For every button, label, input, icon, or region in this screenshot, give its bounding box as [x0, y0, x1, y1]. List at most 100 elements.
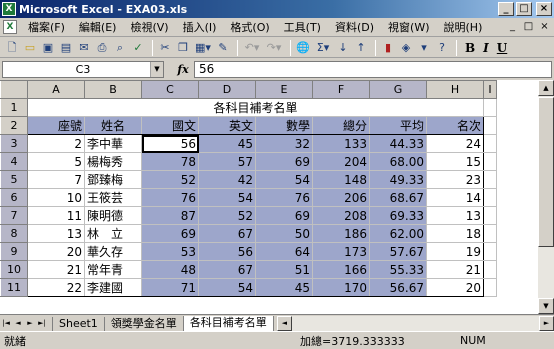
worksheet-table[interactable]: A B C D E F G H I 1 各科目補考名單 2 座號 姓名 國文 英… — [0, 80, 497, 297]
total-cell[interactable]: 204 — [312, 152, 370, 171]
math-cell[interactable]: 69 — [255, 152, 313, 171]
rank-cell[interactable]: 14 — [426, 188, 484, 207]
name-cell[interactable]: 李建國 — [84, 278, 142, 297]
header-cell-math[interactable]: 數學 — [255, 116, 313, 135]
help-icon[interactable]: ? — [434, 40, 450, 56]
header-cell-seat[interactable]: 座號 — [27, 116, 85, 135]
chinese-cell[interactable]: 87 — [141, 206, 199, 225]
horizontal-scrollbar[interactable]: ◄ ► — [276, 315, 554, 331]
format-painter-icon[interactable]: ✎ — [215, 40, 231, 56]
math-cell[interactable]: 54 — [255, 170, 313, 189]
name-cell[interactable]: 林 立 — [84, 224, 142, 243]
tab-makeup-exam-list[interactable]: 各科目補考名單 — [182, 315, 274, 332]
row-header[interactable]: 5 — [0, 170, 28, 189]
autosum-icon[interactable]: Σ▾ — [313, 40, 333, 56]
cell[interactable] — [483, 242, 497, 261]
row-header[interactable]: 4 — [0, 152, 28, 171]
average-cell[interactable]: 68.00 — [369, 152, 427, 171]
column-header-f[interactable]: F — [312, 80, 370, 99]
seat-cell[interactable]: 5 — [27, 152, 85, 171]
cell[interactable] — [483, 260, 497, 279]
english-cell[interactable]: 56 — [198, 242, 256, 261]
total-cell[interactable]: 133 — [312, 134, 370, 153]
total-cell[interactable]: 166 — [312, 260, 370, 279]
seat-cell[interactable]: 13 — [27, 224, 85, 243]
chart-wizard-icon[interactable]: ▮ — [380, 40, 396, 56]
name-cell[interactable]: 華久存 — [84, 242, 142, 261]
seat-cell[interactable]: 7 — [27, 170, 85, 189]
header-cell-english[interactable]: 英文 — [198, 116, 256, 135]
select-all-corner[interactable] — [0, 80, 28, 99]
vertical-scroll-thumb[interactable] — [538, 97, 554, 247]
chinese-cell[interactable]: 52 — [141, 170, 199, 189]
average-cell[interactable]: 62.00 — [369, 224, 427, 243]
save-icon[interactable]: ▣ — [40, 40, 56, 56]
english-cell[interactable]: 54 — [198, 278, 256, 297]
seat-cell[interactable]: 20 — [27, 242, 85, 261]
row-header[interactable]: 8 — [0, 224, 28, 243]
workbook-minimize-button[interactable]: _ — [506, 21, 519, 34]
total-cell[interactable]: 208 — [312, 206, 370, 225]
menu-window[interactable]: 視窗(W) — [381, 19, 436, 35]
hyperlink-icon[interactable]: 🌐 — [295, 40, 311, 56]
total-cell[interactable]: 173 — [312, 242, 370, 261]
chinese-cell[interactable]: 78 — [141, 152, 199, 171]
paste-icon[interactable]: ▦▾ — [193, 40, 213, 56]
print-icon[interactable]: ⎙ — [94, 40, 110, 56]
italic-button[interactable]: I — [483, 41, 489, 55]
cell[interactable] — [483, 116, 497, 135]
header-cell-rank[interactable]: 名次 — [426, 116, 484, 135]
active-cell-chinese[interactable]: 56 — [141, 134, 199, 153]
spelling-icon[interactable]: ✓ — [130, 40, 146, 56]
undo-icon[interactable]: ↶▾ — [242, 40, 262, 56]
name-cell[interactable]: 鄧臻梅 — [84, 170, 142, 189]
average-cell[interactable]: 68.67 — [369, 188, 427, 207]
redo-icon[interactable]: ↷▾ — [264, 40, 284, 56]
math-cell[interactable]: 45 — [255, 278, 313, 297]
scroll-left-icon[interactable]: ◄ — [276, 315, 292, 331]
rank-cell[interactable]: 13 — [426, 206, 484, 225]
close-button[interactable]: × — [536, 2, 552, 16]
name-cell[interactable]: 陳明德 — [84, 206, 142, 225]
math-cell[interactable]: 76 — [255, 188, 313, 207]
new-icon[interactable]: 🗋 — [4, 40, 20, 56]
menu-data[interactable]: 資料(D) — [328, 19, 381, 35]
english-cell[interactable]: 54 — [198, 188, 256, 207]
math-cell[interactable]: 50 — [255, 224, 313, 243]
english-cell[interactable]: 57 — [198, 152, 256, 171]
open-icon[interactable]: ▭ — [22, 40, 38, 56]
chinese-cell[interactable]: 69 — [141, 224, 199, 243]
menu-file[interactable]: 檔案(F) — [21, 19, 72, 35]
tab-sheet1[interactable]: Sheet1 — [52, 316, 105, 332]
column-header-h[interactable]: H — [426, 80, 484, 99]
cell[interactable] — [483, 278, 497, 297]
header-cell-name[interactable]: 姓名 — [84, 116, 142, 135]
column-header-g[interactable]: G — [369, 80, 427, 99]
rank-cell[interactable]: 19 — [426, 242, 484, 261]
english-cell[interactable]: 52 — [198, 206, 256, 225]
total-cell[interactable]: 170 — [312, 278, 370, 297]
total-cell[interactable]: 148 — [312, 170, 370, 189]
previous-sheet-icon[interactable]: ◄ — [12, 316, 24, 330]
workbook-restore-button[interactable]: □ — [522, 21, 535, 34]
name-cell[interactable]: 王筱芸 — [84, 188, 142, 207]
minimize-button[interactable]: _ — [498, 2, 514, 16]
name-cell[interactable]: 李中華 — [84, 134, 142, 153]
name-box[interactable]: C3 ▼ — [2, 60, 164, 78]
menu-tools[interactable]: 工具(T) — [277, 19, 328, 35]
seat-cell[interactable]: 21 — [27, 260, 85, 279]
rank-cell[interactable]: 18 — [426, 224, 484, 243]
row-header[interactable]: 2 — [0, 116, 28, 135]
zoom-icon[interactable]: ▾ — [416, 40, 432, 56]
menu-view[interactable]: 檢視(V) — [123, 19, 175, 35]
rank-cell[interactable]: 23 — [426, 170, 484, 189]
drawing-icon[interactable]: ◈ — [398, 40, 414, 56]
vertical-scrollbar[interactable]: ▲ ▼ — [538, 80, 554, 314]
rank-cell[interactable]: 15 — [426, 152, 484, 171]
seat-cell[interactable]: 2 — [27, 134, 85, 153]
column-header-a[interactable]: A — [27, 80, 85, 99]
insert-function-icon[interactable]: fx — [172, 63, 194, 76]
bold-button[interactable]: B — [465, 41, 475, 55]
column-header-b[interactable]: B — [84, 80, 142, 99]
total-cell[interactable]: 186 — [312, 224, 370, 243]
